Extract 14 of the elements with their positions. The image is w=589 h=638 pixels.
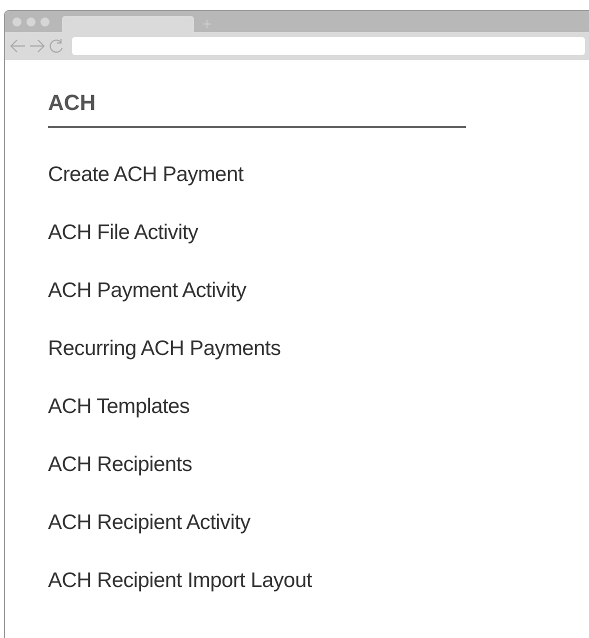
menu-link[interactable]: ACH Recipient Activity — [48, 510, 250, 536]
menu-link[interactable]: ACH Recipient Import Layout — [48, 568, 312, 594]
reload-icon[interactable] — [48, 38, 64, 54]
forward-icon[interactable] — [29, 38, 45, 54]
section-heading: ACH — [48, 90, 466, 128]
menu-link[interactable]: ACH Templates — [48, 394, 190, 420]
menu-link[interactable]: ACH File Activity — [48, 220, 198, 246]
browser-tab[interactable] — [62, 16, 194, 32]
menu-link[interactable]: ACH Payment Activity — [48, 278, 246, 304]
back-icon[interactable] — [10, 38, 26, 54]
menu-link[interactable]: Recurring ACH Payments — [48, 336, 281, 362]
address-bar[interactable] — [72, 37, 585, 55]
menu-link[interactable]: ACH Recipients — [48, 452, 192, 478]
menu-link[interactable]: Create ACH Payment — [48, 162, 244, 188]
